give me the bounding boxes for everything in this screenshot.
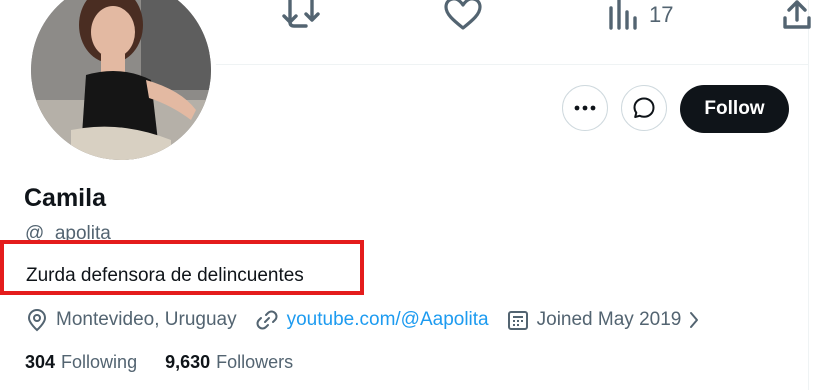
location-text: Montevideo, Uruguay <box>56 309 237 330</box>
location: Montevideo, Uruguay <box>26 308 237 332</box>
avatar-photo <box>31 0 211 160</box>
retweet-icon <box>282 0 320 28</box>
link-icon <box>256 310 278 330</box>
website-link[interactable]: youtube.com/@Aapolita <box>287 309 489 331</box>
message-button[interactable] <box>621 85 667 131</box>
message-icon <box>633 97 655 118</box>
website[interactable]: youtube.com/@Aapolita <box>255 308 489 332</box>
calendar-icon <box>507 311 528 330</box>
bar-chart-icon <box>609 0 637 30</box>
follow-button[interactable]: Follow <box>680 85 789 133</box>
more-icon <box>574 105 596 111</box>
column-border <box>808 0 809 390</box>
views-count: 17 <box>649 2 674 27</box>
joined-date[interactable]: Joined May 2019 <box>507 309 702 331</box>
chevron-right-icon <box>690 312 699 328</box>
display-name: Camila <box>24 184 106 212</box>
avatar-image <box>31 0 211 160</box>
views-button[interactable]: 17 <box>607 0 673 30</box>
share-button[interactable] <box>782 0 812 30</box>
followers-count: 9,630 <box>165 352 211 372</box>
like-button[interactable] <box>443 0 483 30</box>
profile-meta: Montevideo, Uruguay youtube.com/@Aapolit… <box>26 306 719 334</box>
following-label: Following <box>61 352 138 372</box>
retweet-button[interactable] <box>280 0 322 30</box>
highlight-box <box>0 240 364 295</box>
location-pin-icon <box>27 308 47 332</box>
followers-label: Followers <box>216 352 294 372</box>
following-link[interactable]: 304 Following <box>25 352 137 373</box>
followers-link[interactable]: 9,630 Followers <box>165 352 293 373</box>
avatar[interactable] <box>26 0 216 165</box>
more-button[interactable] <box>562 85 608 131</box>
follow-stats: 304 Following 9,630 Followers <box>25 352 321 373</box>
share-icon <box>783 0 811 29</box>
joined-text: Joined May 2019 <box>536 309 682 330</box>
heart-icon <box>444 0 482 30</box>
following-count: 304 <box>25 352 56 372</box>
